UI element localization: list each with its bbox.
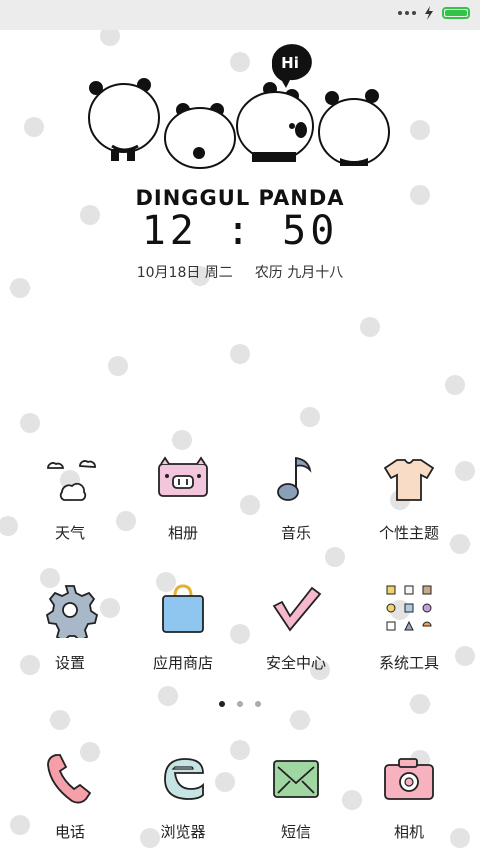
clock-time: 12 : 50 bbox=[141, 208, 339, 254]
app-label: 应用商店 bbox=[152, 654, 213, 672]
app-messages[interactable]: 短信 bbox=[241, 751, 351, 861]
charging-bolt-icon bbox=[425, 6, 433, 20]
panda-illustration: Hi bbox=[88, 44, 390, 169]
app-gallery[interactable]: 相册 bbox=[128, 452, 238, 562]
app-label: 短信 bbox=[280, 823, 311, 841]
app-themes[interactable]: 个性主题 bbox=[354, 452, 464, 562]
app-weather[interactable]: 天气 bbox=[15, 452, 125, 562]
app-label: 相机 bbox=[393, 823, 424, 841]
lunar-date-text: 农历 九月十八 bbox=[254, 265, 344, 281]
app-label: 电话 bbox=[54, 823, 85, 841]
envelope-icon bbox=[273, 760, 319, 798]
status-bar bbox=[0, 0, 480, 30]
speech-bubble-text: Hi bbox=[281, 54, 299, 72]
gear-icon bbox=[45, 585, 98, 638]
shopping-bag-icon bbox=[162, 584, 204, 633]
music-note-icon bbox=[277, 456, 312, 501]
page-dot-active[interactable] bbox=[219, 701, 225, 707]
signal-dots-icon bbox=[398, 11, 416, 15]
app-label: 系统工具 bbox=[378, 654, 439, 672]
pig-photo-icon bbox=[158, 456, 208, 497]
page-indicator bbox=[0, 701, 480, 707]
app-music[interactable]: 音乐 bbox=[241, 452, 351, 562]
tools-grid-icon bbox=[386, 585, 432, 631]
browser-e-icon bbox=[164, 758, 204, 800]
date-line: 10月18日 周二 农历 九月十八 bbox=[0, 262, 480, 282]
speech-bubble: Hi bbox=[271, 44, 312, 88]
app-label: 设置 bbox=[54, 654, 85, 672]
app-camera[interactable]: 相机 bbox=[354, 751, 464, 861]
page-dot[interactable] bbox=[255, 701, 261, 707]
app-label: 浏览器 bbox=[160, 823, 206, 841]
app-security[interactable]: 安全中心 bbox=[241, 582, 351, 692]
app-label: 天气 bbox=[54, 524, 85, 542]
date-text: 10月18日 周二 bbox=[136, 265, 233, 281]
checkmark-icon bbox=[272, 586, 322, 632]
app-label: 安全中心 bbox=[265, 654, 326, 672]
app-phone[interactable]: 电话 bbox=[15, 751, 125, 861]
app-settings[interactable]: 设置 bbox=[15, 582, 125, 692]
brand-title: DINGGUL PANDA bbox=[135, 186, 345, 210]
page-dot[interactable] bbox=[237, 701, 243, 707]
weather-cloud-icon bbox=[47, 460, 96, 501]
tshirt-icon bbox=[383, 459, 435, 501]
app-label: 个性主题 bbox=[378, 524, 439, 542]
battery-icon bbox=[442, 7, 470, 19]
camera-icon bbox=[384, 758, 434, 800]
app-store[interactable]: 应用商店 bbox=[128, 582, 238, 692]
phone-icon bbox=[47, 754, 92, 804]
status-icons bbox=[398, 6, 470, 20]
app-label: 音乐 bbox=[280, 524, 311, 542]
app-label: 相册 bbox=[167, 524, 198, 542]
app-system-tools[interactable]: 系统工具 bbox=[354, 582, 464, 692]
app-browser[interactable]: 浏览器 bbox=[128, 751, 238, 861]
